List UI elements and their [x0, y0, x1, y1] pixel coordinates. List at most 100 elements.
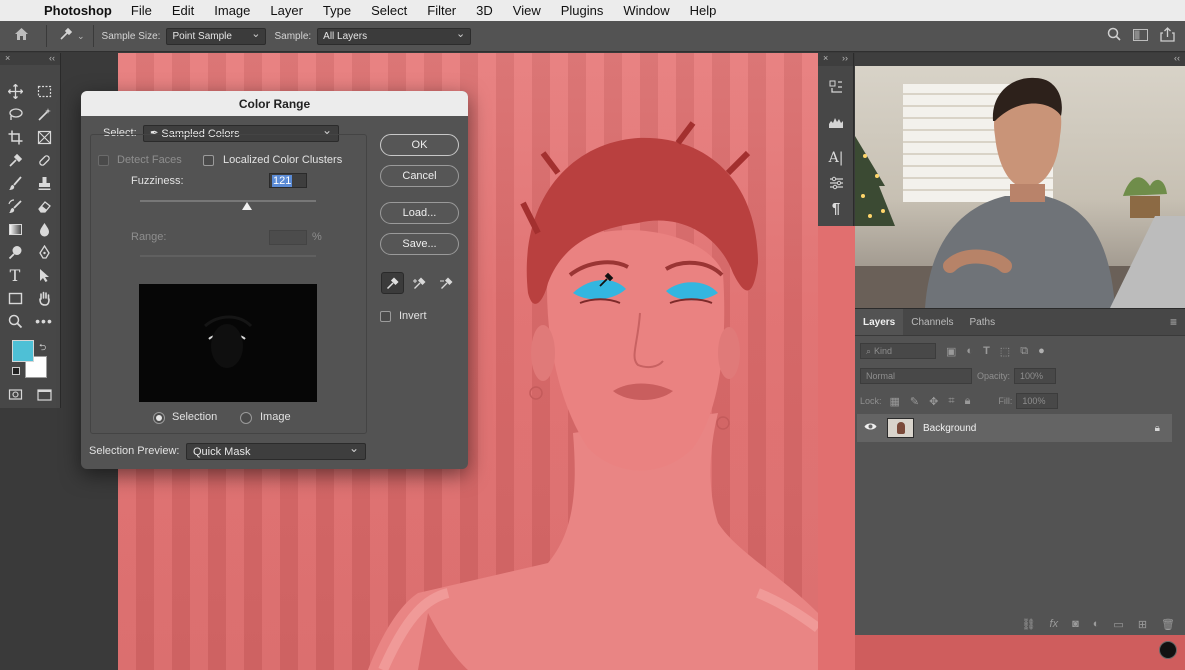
- properties-panel-icon[interactable]: [827, 174, 845, 192]
- hand-tool-icon[interactable]: [33, 288, 55, 308]
- ok-button[interactable]: OK: [380, 134, 459, 156]
- workspace-icon[interactable]: [1133, 28, 1148, 45]
- home-icon[interactable]: [14, 27, 32, 45]
- history-brush-tool-icon[interactable]: [4, 196, 26, 216]
- character-panel-icon[interactable]: A|: [827, 149, 845, 167]
- pixel-layer-filter-icon[interactable]: ▣: [946, 345, 956, 358]
- menu-window[interactable]: Window: [623, 3, 669, 18]
- tab-paths[interactable]: Paths: [962, 309, 1004, 335]
- sample-select[interactable]: All Layers: [317, 27, 472, 45]
- menu-app-name[interactable]: Photoshop: [44, 3, 112, 18]
- eyedropper-subtract-button[interactable]: [435, 272, 458, 294]
- menu-select[interactable]: Select: [371, 3, 407, 18]
- lock-all-icon[interactable]: 🔒︎: [965, 395, 971, 408]
- lock-image-pixels-icon[interactable]: ✎: [910, 395, 919, 408]
- dodge-tool-icon[interactable]: [4, 242, 26, 262]
- eraser-tool-icon[interactable]: [33, 196, 55, 216]
- tab-channels[interactable]: Channels: [903, 309, 961, 335]
- layer-row-background[interactable]: Background 🔒︎: [857, 414, 1172, 442]
- menu-3d[interactable]: 3D: [476, 3, 493, 18]
- eyedropper-sample-button[interactable]: [381, 272, 404, 294]
- crop-tool-icon[interactable]: [4, 127, 26, 147]
- delete-layer-icon[interactable]: 🗑︎: [1161, 618, 1175, 631]
- close-icon[interactable]: ×: [5, 53, 10, 65]
- collapse-icon[interactable]: ‹‹: [1174, 53, 1180, 63]
- blur-tool-icon[interactable]: [33, 219, 55, 239]
- selection-preview-select[interactable]: Quick Mask: [186, 441, 366, 460]
- path-selection-tool-icon[interactable]: [33, 265, 55, 285]
- menu-help[interactable]: Help: [690, 3, 717, 18]
- save-button[interactable]: Save...: [380, 233, 459, 255]
- smart-object-filter-icon[interactable]: ⧉: [1020, 345, 1028, 358]
- menu-filter[interactable]: Filter: [427, 3, 456, 18]
- cancel-button[interactable]: Cancel: [380, 165, 459, 187]
- quick-mask-icon[interactable]: [4, 384, 26, 404]
- more-tools-icon[interactable]: •••: [33, 311, 55, 331]
- histogram-panel-icon[interactable]: [827, 113, 845, 131]
- healing-brush-tool-icon[interactable]: [33, 150, 55, 170]
- lock-position-icon[interactable]: ✥: [929, 395, 938, 408]
- zoom-tool-icon[interactable]: [4, 311, 26, 331]
- visibility-eye-icon[interactable]: [864, 422, 880, 434]
- foreground-color-swatch[interactable]: [12, 340, 34, 362]
- type-layer-filter-icon[interactable]: T: [983, 345, 990, 357]
- menu-layer[interactable]: Layer: [270, 3, 303, 18]
- lock-artboard-icon[interactable]: ⌗: [948, 395, 954, 408]
- image-radio[interactable]: [240, 412, 252, 424]
- default-colors-icon[interactable]: [12, 367, 20, 375]
- layer-effects-icon[interactable]: fx: [1050, 618, 1059, 630]
- new-group-icon[interactable]: ▭: [1113, 618, 1123, 631]
- menu-view[interactable]: View: [513, 3, 541, 18]
- panel-menu-icon[interactable]: ≡: [1162, 309, 1185, 335]
- new-adjustment-layer-icon[interactable]: ◐: [1093, 618, 1100, 630]
- add-mask-icon[interactable]: ◙: [1072, 618, 1079, 630]
- opacity-field[interactable]: 100%: [1014, 368, 1057, 384]
- lock-transparent-pixels-icon[interactable]: ▦: [890, 395, 900, 408]
- link-layers-icon[interactable]: ⛓: [1022, 618, 1036, 631]
- load-button[interactable]: Load...: [380, 202, 459, 224]
- lasso-tool-icon[interactable]: [4, 104, 26, 124]
- history-panel-icon[interactable]: [827, 77, 845, 95]
- new-layer-icon[interactable]: ⊞: [1138, 618, 1147, 631]
- swap-colors-icon[interactable]: ⮌: [39, 340, 46, 356]
- stamp-tool-icon[interactable]: [33, 173, 55, 193]
- fuzziness-slider[interactable]: [140, 200, 316, 202]
- gradient-tool-icon[interactable]: [4, 219, 26, 239]
- blend-mode-select[interactable]: Normal: [860, 368, 972, 384]
- menu-image[interactable]: Image: [214, 3, 250, 18]
- filter-toggle-icon[interactable]: ●: [1038, 345, 1045, 357]
- move-tool-icon[interactable]: [4, 81, 26, 101]
- rectangle-tool-icon[interactable]: [4, 288, 26, 308]
- menu-file[interactable]: File: [131, 3, 152, 18]
- adjustment-layer-filter-icon[interactable]: ◐: [966, 345, 973, 357]
- pen-tool-icon[interactable]: [33, 242, 55, 262]
- tool-preset-chevron-icon[interactable]: ⌄: [77, 31, 85, 42]
- share-icon[interactable]: [1160, 26, 1175, 46]
- eyedropper-add-button[interactable]: [408, 272, 431, 294]
- screen-mode-icon[interactable]: [33, 384, 55, 404]
- sample-size-select[interactable]: Point Sample: [166, 27, 267, 45]
- expand-icon[interactable]: ››: [842, 53, 848, 66]
- menu-plugins[interactable]: Plugins: [561, 3, 604, 18]
- search-icon[interactable]: [1107, 27, 1121, 45]
- frame-tool-icon[interactable]: [33, 127, 55, 147]
- kind-filter-select[interactable]: ⌕ Kind: [860, 343, 936, 359]
- selection-radio[interactable]: [153, 412, 165, 424]
- fuzziness-field[interactable]: 121: [269, 173, 307, 188]
- detect-faces-checkbox[interactable]: [98, 155, 109, 166]
- tab-layers[interactable]: Layers: [855, 309, 904, 335]
- invert-checkbox[interactable]: [380, 311, 391, 322]
- magic-wand-tool-icon[interactable]: [33, 104, 55, 124]
- eyedropper-tool-icon[interactable]: [59, 27, 75, 45]
- menu-type[interactable]: Type: [323, 3, 351, 18]
- type-tool-icon[interactable]: T: [4, 265, 26, 285]
- marquee-tool-icon[interactable]: [33, 81, 55, 101]
- collapse-icon[interactable]: ‹‹: [49, 53, 55, 65]
- brush-tool-icon[interactable]: [4, 173, 26, 193]
- fuzziness-slider-thumb[interactable]: [242, 202, 253, 210]
- fill-field[interactable]: 100%: [1016, 393, 1059, 409]
- close-icon[interactable]: ×: [823, 53, 828, 66]
- eyedropper-tool-icon[interactable]: [4, 150, 26, 170]
- shape-layer-filter-icon[interactable]: ⬚: [1000, 345, 1010, 358]
- paragraph-panel-icon[interactable]: ¶: [827, 199, 845, 217]
